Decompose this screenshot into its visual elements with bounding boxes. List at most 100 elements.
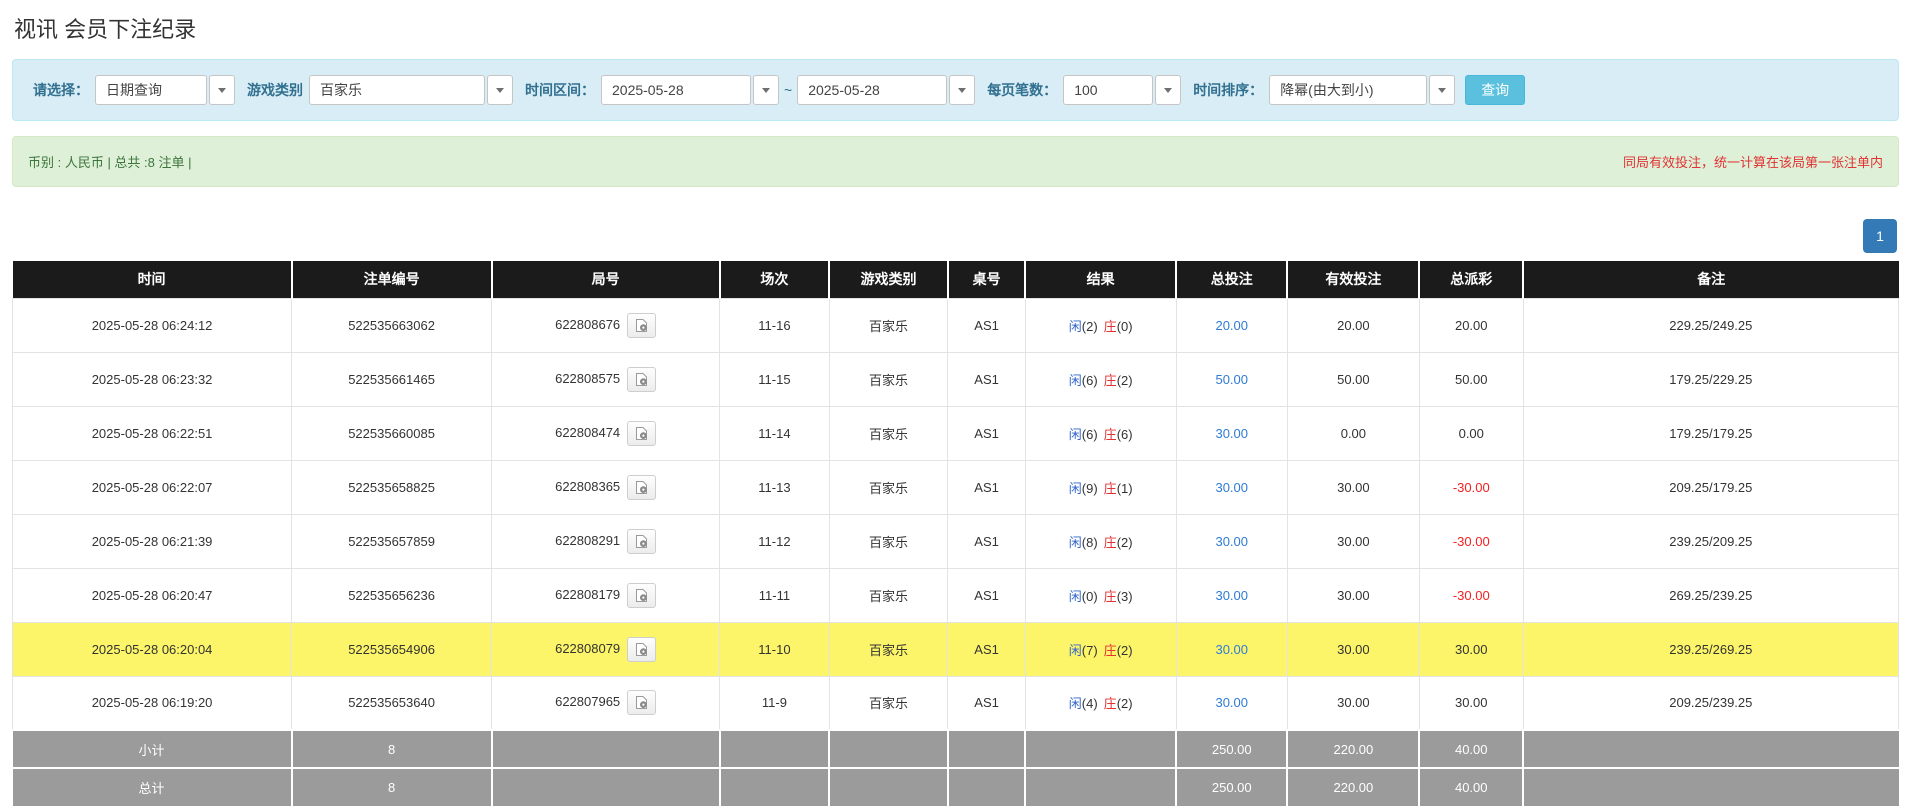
banker-label: 庄 <box>1104 427 1117 442</box>
table-row: 2025-05-28 06:20:47 522535656236 6228081… <box>13 568 1899 622</box>
cell-bet-id: 522535661465 <box>292 352 492 406</box>
player-label: 闲 <box>1069 696 1082 711</box>
time-sort-select[interactable]: 降幂(由大到小) <box>1269 75 1455 105</box>
per-page-select[interactable]: 100 <box>1063 75 1181 105</box>
cell-time: 2025-05-28 06:22:07 <box>13 460 292 514</box>
col-header-session: 场次 <box>720 261 829 298</box>
caret-glyph <box>1164 88 1172 93</box>
cell-payout: -30.00 <box>1419 460 1523 514</box>
search-button[interactable]: 查询 <box>1465 75 1525 105</box>
banker-label: 庄 <box>1104 373 1117 388</box>
cell-result: 闲(6)庄(6) <box>1025 406 1176 460</box>
total-bet-link[interactable]: 30.00 <box>1215 588 1248 603</box>
player-label: 闲 <box>1069 481 1082 496</box>
cell-result: 闲(8)庄(2) <box>1025 514 1176 568</box>
cell-time: 2025-05-28 06:23:32 <box>13 352 292 406</box>
banker-label: 庄 <box>1104 643 1117 658</box>
cell-valid-bet: 30.00 <box>1287 676 1419 730</box>
total-bet-link[interactable]: 30.00 <box>1215 426 1248 441</box>
page: 视讯 会员下注纪录 请选择： 日期查询 游戏类别 百家乐 时间区间： 2025-… <box>0 0 1911 806</box>
cell-game: 百家乐 <box>829 568 948 622</box>
cell-remark: 209.25/239.25 <box>1523 676 1898 730</box>
video-icon <box>634 480 649 495</box>
chevron-down-icon[interactable] <box>949 75 975 105</box>
banker-score: (0) <box>1117 319 1133 334</box>
cell-total-bet: 30.00 <box>1176 460 1287 514</box>
cell-time: 2025-05-28 06:20:04 <box>13 622 292 676</box>
video-replay-button[interactable] <box>627 421 656 446</box>
total-bet-link[interactable]: 30.00 <box>1215 534 1248 549</box>
cell-table: AS1 <box>948 676 1025 730</box>
video-replay-button[interactable] <box>627 583 656 608</box>
total-bet-link[interactable]: 20.00 <box>1215 318 1248 333</box>
cell-payout: 50.00 <box>1419 352 1523 406</box>
cell-payout: -30.00 <box>1419 514 1523 568</box>
video-icon <box>634 318 649 333</box>
cell-bet-id: 522535658825 <box>292 460 492 514</box>
chevron-down-icon[interactable] <box>209 75 235 105</box>
player-score: (0) <box>1082 589 1098 604</box>
cell-bet-id: 522535653640 <box>292 676 492 730</box>
player-score: (6) <box>1082 427 1098 442</box>
player-label: 闲 <box>1069 373 1082 388</box>
cell-session: 11-15 <box>720 352 829 406</box>
cell-session: 11-10 <box>720 622 829 676</box>
total-bet-link[interactable]: 30.00 <box>1215 480 1248 495</box>
banker-score: (6) <box>1117 427 1133 442</box>
video-replay-button[interactable] <box>627 529 656 554</box>
cell-table: AS1 <box>948 568 1025 622</box>
total-bet-link[interactable]: 30.00 <box>1215 695 1248 710</box>
date-from-select[interactable]: 2025-05-28 <box>601 75 779 105</box>
round-id-text: 622808474 <box>555 424 620 439</box>
query-type-select[interactable]: 日期查询 <box>95 75 235 105</box>
cell-time: 2025-05-28 06:24:12 <box>13 298 292 352</box>
subtotal-valid-bet: 220.00 <box>1287 730 1419 768</box>
cell-round-id: 622808575 <box>492 352 720 406</box>
chevron-down-icon[interactable] <box>1429 75 1455 105</box>
cell-bet-id: 522535663062 <box>292 298 492 352</box>
page-1-button[interactable]: 1 <box>1863 219 1897 253</box>
cell-game: 百家乐 <box>829 406 948 460</box>
cell-game: 百家乐 <box>829 460 948 514</box>
cell-round-id: 622808179 <box>492 568 720 622</box>
summary-currency-total: 币别 : 人民币 | 总共 :8 注单 | <box>28 152 192 171</box>
cell-game: 百家乐 <box>829 298 948 352</box>
video-replay-button[interactable] <box>627 475 656 500</box>
video-icon <box>634 695 649 710</box>
cell-result: 闲(2)庄(0) <box>1025 298 1176 352</box>
cell-table: AS1 <box>948 622 1025 676</box>
cell-bet-id: 522535657859 <box>292 514 492 568</box>
player-label: 闲 <box>1069 427 1082 442</box>
time-sort-value: 降幂(由大到小) <box>1269 75 1427 105</box>
video-replay-button[interactable] <box>627 367 656 392</box>
cell-game: 百家乐 <box>829 676 948 730</box>
total-bet-link[interactable]: 50.00 <box>1215 372 1248 387</box>
chevron-down-icon[interactable] <box>753 75 779 105</box>
cell-remark: 179.25/179.25 <box>1523 406 1898 460</box>
cell-session: 11-14 <box>720 406 829 460</box>
chevron-down-icon[interactable] <box>1155 75 1181 105</box>
per-page-value: 100 <box>1063 75 1153 105</box>
cell-result: 闲(6)庄(2) <box>1025 352 1176 406</box>
cell-game: 百家乐 <box>829 622 948 676</box>
total-count: 8 <box>292 768 492 806</box>
range-separator: ~ <box>784 82 792 98</box>
total-bet-link[interactable]: 30.00 <box>1215 642 1248 657</box>
player-label: 闲 <box>1069 589 1082 604</box>
time-range-label: 时间区间： <box>525 80 595 100</box>
video-replay-button[interactable] <box>627 637 656 662</box>
game-category-select[interactable]: 百家乐 <box>309 75 513 105</box>
player-score: (8) <box>1082 535 1098 550</box>
cell-session: 11-9 <box>720 676 829 730</box>
date-to-select[interactable]: 2025-05-28 <box>797 75 975 105</box>
query-type-label: 请选择： <box>33 80 89 100</box>
banker-score: (2) <box>1117 696 1133 711</box>
video-replay-button[interactable] <box>627 313 656 338</box>
banker-score: (2) <box>1117 535 1133 550</box>
caret-glyph <box>958 88 966 93</box>
banker-label: 庄 <box>1104 696 1117 711</box>
summary-note: 同局有效投注，统一计算在该局第一张注单内 <box>1623 152 1883 171</box>
chevron-down-icon[interactable] <box>487 75 513 105</box>
cell-total-bet: 30.00 <box>1176 514 1287 568</box>
video-replay-button[interactable] <box>627 690 656 715</box>
